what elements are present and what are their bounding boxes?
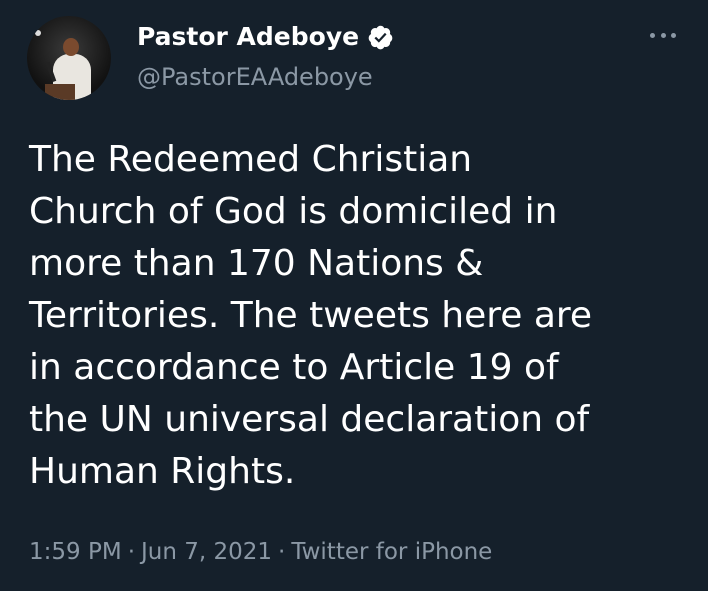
tweet-text: The Redeemed Christian Church of God is … <box>29 139 593 492</box>
more-options-icon[interactable] <box>650 30 676 40</box>
author-name-row: Pastor Adeboye <box>137 22 394 52</box>
meta-separator: · <box>278 539 286 565</box>
more-dot <box>650 32 655 38</box>
verified-badge-icon <box>368 25 393 49</box>
tweet-metadata: 1:59 PM · Jun 7, 2021 · Twitter for iPhone <box>29 537 492 567</box>
tweet-source[interactable]: Twitter for iPhone <box>291 539 492 565</box>
avatar[interactable] <box>27 16 111 100</box>
more-dot <box>660 32 666 38</box>
more-dot <box>671 32 676 38</box>
tweet-card: Pastor Adeboye @PastorEAAdeboye The Rede… <box>0 0 708 591</box>
meta-separator: · <box>127 539 135 565</box>
avatar-light <box>35 30 41 36</box>
avatar-podium <box>45 84 75 100</box>
tweet-time[interactable]: 1:59 PM <box>29 539 122 565</box>
author-display-name[interactable]: Pastor Adeboye <box>137 22 359 52</box>
author-handle[interactable]: @PastorEAAdeboye <box>137 62 373 92</box>
tweet-date[interactable]: Jun 7, 2021 <box>141 539 272 565</box>
avatar-figure-head <box>63 38 79 56</box>
